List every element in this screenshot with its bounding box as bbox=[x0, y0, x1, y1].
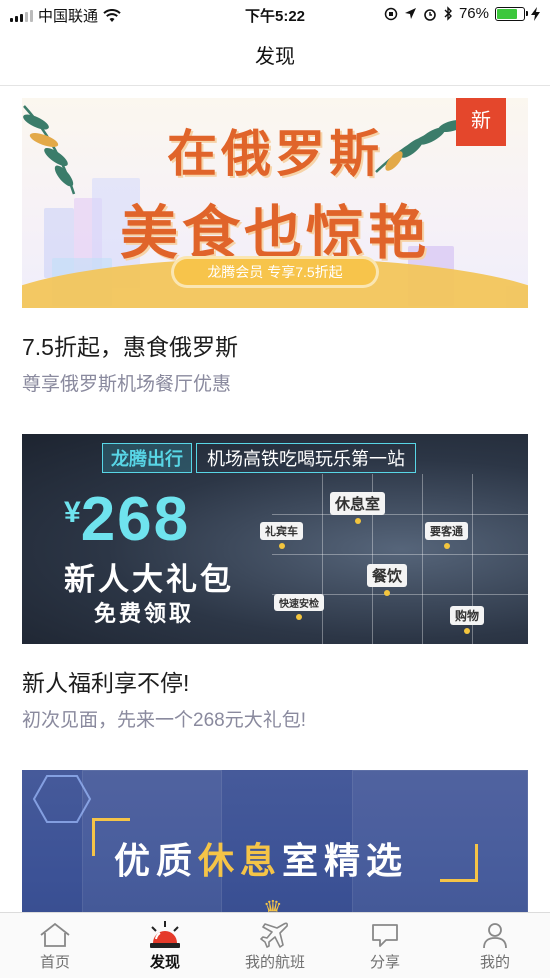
tab-home[interactable]: 首页 bbox=[0, 913, 110, 978]
promo-card-russia-food[interactable]: 在俄罗斯 美食也惊艳 龙腾会员 专享7.5折起 新 7.5折起，惠食俄罗斯 尊享… bbox=[22, 98, 528, 396]
page-title: 发现 bbox=[255, 46, 295, 68]
slogan-label: 机场高铁吃喝玩乐第一站 bbox=[196, 443, 416, 473]
chat-bubble-icon bbox=[330, 921, 440, 949]
brand-label: 龙腾出行 bbox=[102, 443, 192, 473]
tab-me[interactable]: 我的 bbox=[440, 913, 550, 978]
map-tag: 购物 bbox=[450, 606, 485, 634]
member-discount-pill: 龙腾会员 专享7.5折起 bbox=[174, 259, 376, 285]
promo-banner-russia-food[interactable]: 在俄罗斯 美食也惊艳 龙腾会员 专享7.5折起 新 bbox=[22, 98, 528, 308]
free-claim-label: 免费领取 bbox=[94, 601, 195, 626]
gift-price: ¥268 bbox=[64, 485, 191, 554]
tab-my-flights[interactable]: 我的航班 bbox=[220, 913, 330, 978]
tab-label: 发现 bbox=[149, 954, 180, 971]
tab-label: 我的 bbox=[479, 954, 510, 971]
map-tag: 快速安检 bbox=[274, 594, 324, 620]
promo-banner-lounge[interactable]: 优质休息室精选 ♛ bbox=[22, 770, 528, 912]
discover-feed[interactable]: 在俄罗斯 美食也惊艳 龙腾会员 专享7.5折起 新 7.5折起，惠食俄罗斯 尊享… bbox=[0, 86, 550, 912]
map-tag: 休息室 bbox=[330, 492, 386, 524]
bluetooth-icon bbox=[444, 6, 452, 21]
new-badge: 新 bbox=[456, 98, 506, 146]
person-icon bbox=[440, 921, 550, 949]
card-title: 新人福利享不停! bbox=[22, 670, 190, 696]
map-tag: 要客通 bbox=[425, 522, 468, 549]
charging-bolt-icon bbox=[531, 6, 540, 21]
status-bar: 中国联通 下午5:22 76% bbox=[0, 0, 550, 28]
tab-label: 分享 bbox=[369, 954, 400, 971]
promo-card-lounge[interactable]: 优质休息室精选 ♛ bbox=[22, 770, 528, 912]
crown-icon: ♛ bbox=[263, 896, 283, 912]
card-subtitle: 尊享俄罗斯机场餐厅优惠 bbox=[22, 374, 232, 395]
promo-card-newcomer-gift[interactable]: 龙腾出行 机场高铁吃喝玩乐第一站 ¥268 新人大礼包 免费领取 休息室 礼宾车… bbox=[22, 434, 528, 732]
map-tag: 餐饮 bbox=[367, 564, 408, 596]
card-title: 7.5折起，惠食俄罗斯 bbox=[22, 334, 238, 360]
tab-share[interactable]: 分享 bbox=[330, 913, 440, 978]
lounge-headline: 优质休息室精选 bbox=[114, 840, 409, 881]
gift-label: 新人大礼包 bbox=[64, 562, 234, 597]
battery-percent: 76% bbox=[458, 5, 489, 22]
promo-banner-newcomer-gift[interactable]: 龙腾出行 机场高铁吃喝玩乐第一站 ¥268 新人大礼包 免费领取 休息室 礼宾车… bbox=[22, 434, 528, 644]
tab-bar: 首页 发现 我的航班 分享 我的 bbox=[0, 912, 550, 978]
siren-icon bbox=[110, 921, 220, 949]
home-icon bbox=[0, 921, 110, 949]
orientation-lock-icon bbox=[384, 7, 398, 20]
tab-discover[interactable]: 发现 bbox=[110, 913, 220, 978]
banner-headline-1: 在俄罗斯 bbox=[167, 126, 383, 182]
tab-label: 首页 bbox=[39, 954, 70, 971]
banner-headline-2: 美食也惊艳 bbox=[119, 201, 430, 266]
tab-label: 我的航班 bbox=[244, 954, 305, 971]
battery-icon bbox=[495, 6, 528, 21]
airplane-icon bbox=[220, 921, 330, 949]
card-subtitle: 初次见面，先来一个268元大礼包! bbox=[22, 710, 306, 731]
location-icon bbox=[404, 8, 416, 19]
hexagon-decor-icon bbox=[32, 775, 92, 823]
alarm-icon bbox=[424, 8, 436, 21]
map-tag: 礼宾车 bbox=[260, 522, 303, 549]
navigation-bar: 发现 bbox=[0, 28, 550, 86]
